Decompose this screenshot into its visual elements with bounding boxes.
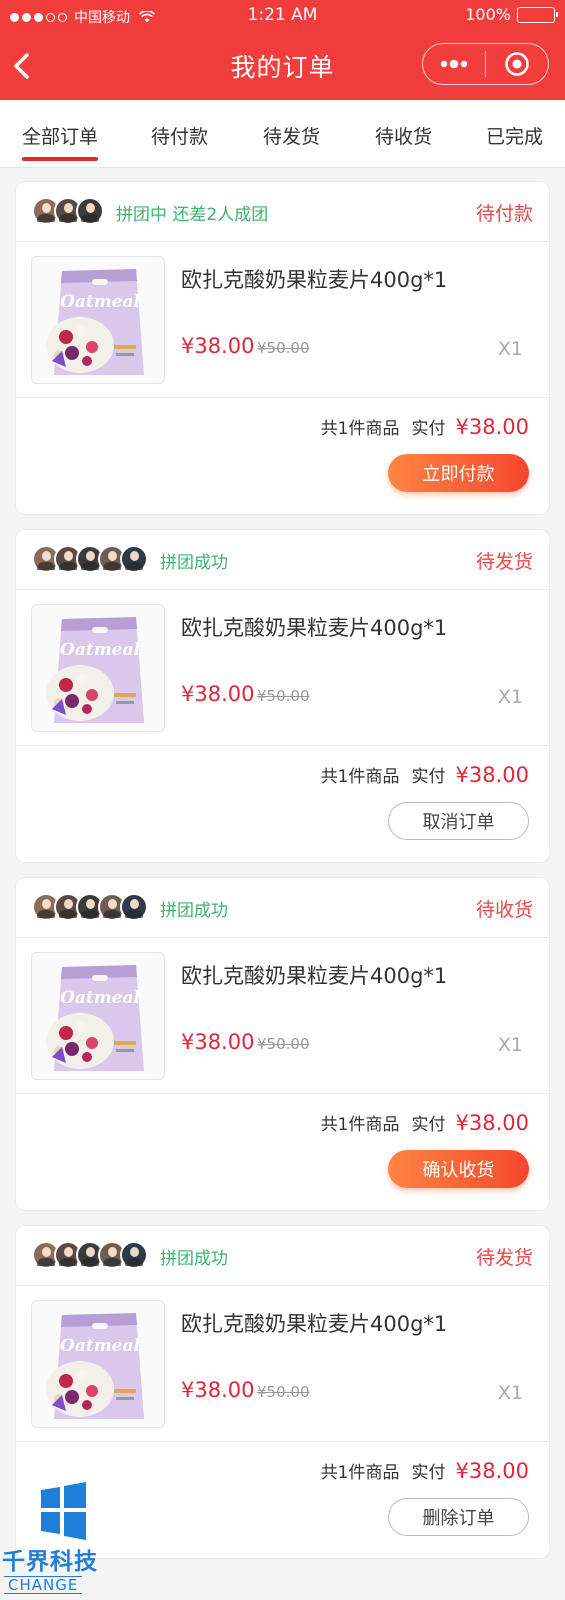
paid-label: 实付 xyxy=(411,1115,446,1135)
product-name: 欧扎克酸奶果粒麦片400g*1 xyxy=(181,1312,448,1336)
order-action-button[interactable]: 取消订单 xyxy=(388,802,529,840)
original-price: ¥50.00 xyxy=(257,339,310,357)
group-status: 拼团成功 xyxy=(160,1249,228,1269)
product-image: Oatmeal xyxy=(31,256,165,384)
group-avatars xyxy=(32,893,148,921)
group-avatars xyxy=(32,545,148,573)
order-product[interactable]: Oatmeal 欧扎克酸奶果粒麦片400g*1 ¥38.00 ¥50.00 X1 xyxy=(16,938,549,1094)
order-total: ¥38.00 xyxy=(455,763,529,787)
windows-logo-icon xyxy=(41,1482,86,1540)
paid-label: 实付 xyxy=(411,767,446,787)
product-quantity: X1 xyxy=(497,1034,523,1056)
product-image-label: Oatmeal xyxy=(60,1336,140,1356)
product-name: 欧扎克酸奶果粒麦片400g*1 xyxy=(181,964,448,988)
order-card-header: 拼团成功 待发货 xyxy=(16,1226,549,1286)
product-name: 欧扎克酸奶果粒麦片400g*1 xyxy=(181,616,448,640)
item-count: 共1件商品 xyxy=(320,1115,400,1135)
tab-all-orders[interactable]: 全部订单 xyxy=(22,122,99,161)
top-bar: 中国移动 1:21 AM 100% 我的订单 xyxy=(0,0,565,100)
order-tabs: 全部订单 待付款 待发货 待收货 已完成 xyxy=(0,100,565,168)
order-total: ¥38.00 xyxy=(455,415,529,439)
product-quantity: X1 xyxy=(497,1382,523,1404)
order-summary: 共1件商品 实付 ¥38.00 xyxy=(321,414,529,439)
more-dots-icon[interactable] xyxy=(423,44,485,84)
order-status: 待付款 xyxy=(475,203,533,225)
order-card[interactable]: 拼团成功 待收货 Oatmeal 欧扎克酸奶果粒麦片400g*1 ¥38.00 … xyxy=(15,877,550,1211)
original-price: ¥50.00 xyxy=(257,1035,310,1053)
order-card-footer: 共1件商品 实付 ¥38.00 取消订单 xyxy=(16,746,549,864)
item-count: 共1件商品 xyxy=(320,419,400,439)
paid-label: 实付 xyxy=(411,1463,446,1483)
order-card[interactable]: 拼团中 还差2人成团 待付款 Oatmeal 欧扎克酸奶果粒麦片400g*1 ¥… xyxy=(15,181,550,515)
order-action-button[interactable]: 立即付款 xyxy=(388,454,529,492)
product-price: ¥38.00 xyxy=(181,334,255,358)
battery-percent: 100% xyxy=(465,5,511,24)
product-quantity: X1 xyxy=(497,686,523,708)
order-card-header: 拼团成功 待发货 xyxy=(16,530,549,590)
item-count: 共1件商品 xyxy=(320,1463,400,1483)
order-summary: 共1件商品 实付 ¥38.00 xyxy=(321,1110,529,1135)
order-card-footer: 共1件商品 实付 ¥38.00 确认收货 xyxy=(16,1094,549,1212)
order-card-header: 拼团成功 待收货 xyxy=(16,878,549,938)
order-status: 待发货 xyxy=(475,551,533,573)
target-close-icon[interactable] xyxy=(486,44,548,84)
paid-label: 实付 xyxy=(411,419,446,439)
order-status: 待发货 xyxy=(475,1247,533,1269)
product-image-label: Oatmeal xyxy=(60,988,140,1008)
avatar xyxy=(120,545,148,573)
order-summary: 共1件商品 实付 ¥38.00 xyxy=(321,1458,529,1483)
order-total: ¥38.00 xyxy=(455,1111,529,1135)
item-count: 共1件商品 xyxy=(320,767,400,787)
group-status: 拼团成功 xyxy=(160,553,228,573)
tab-pending-receipt[interactable]: 待收货 xyxy=(375,122,432,149)
order-card[interactable]: 拼团成功 待发货 Oatmeal 欧扎克酸奶果粒麦片400g*1 ¥38.00 … xyxy=(15,529,550,863)
order-action-button[interactable]: 删除订单 xyxy=(388,1498,529,1536)
group-status: 拼团成功 xyxy=(160,901,228,921)
nav-bar: 我的订单 xyxy=(0,38,565,94)
original-price: ¥50.00 xyxy=(257,687,310,705)
product-price: ¥38.00 xyxy=(181,1378,255,1402)
avatar xyxy=(120,1241,148,1269)
tab-pending-payment[interactable]: 待付款 xyxy=(151,122,208,149)
battery-status: 100% xyxy=(465,5,558,24)
product-image-label: Oatmeal xyxy=(60,640,140,660)
tab-pending-shipment[interactable]: 待发货 xyxy=(263,122,320,149)
brand-subtitle: CHANGE xyxy=(4,1576,83,1594)
product-image: Oatmeal xyxy=(31,1300,165,1428)
group-status: 拼团中 还差2人成团 xyxy=(116,205,269,225)
battery-icon xyxy=(517,6,558,23)
product-image-label: Oatmeal xyxy=(60,292,140,312)
order-card-header: 拼团中 还差2人成团 待付款 xyxy=(16,182,549,242)
order-action-button[interactable]: 确认收货 xyxy=(388,1150,529,1188)
product-price: ¥38.00 xyxy=(181,1030,255,1054)
order-total: ¥38.00 xyxy=(455,1459,529,1483)
product-price: ¥38.00 xyxy=(181,682,255,706)
product-quantity: X1 xyxy=(497,338,523,360)
order-summary: 共1件商品 实付 ¥38.00 xyxy=(321,762,529,787)
avatar xyxy=(120,893,148,921)
group-avatars xyxy=(32,1241,148,1269)
miniprogram-capsule xyxy=(422,43,549,85)
order-product[interactable]: Oatmeal 欧扎克酸奶果粒麦片400g*1 ¥38.00 ¥50.00 X1 xyxy=(16,242,549,398)
order-product[interactable]: Oatmeal 欧扎克酸奶果粒麦片400g*1 ¥38.00 ¥50.00 X1 xyxy=(16,1286,549,1442)
original-price: ¥50.00 xyxy=(257,1383,310,1401)
brand-name: 千界科技 xyxy=(2,1549,98,1575)
product-name: 欧扎克酸奶果粒麦片400g*1 xyxy=(181,268,448,292)
group-avatars xyxy=(32,197,104,225)
product-image: Oatmeal xyxy=(31,952,165,1080)
order-status: 待收货 xyxy=(475,899,533,921)
brand-watermark: 千界科技 CHANGE xyxy=(0,1482,125,1600)
order-product[interactable]: Oatmeal 欧扎克酸奶果粒麦片400g*1 ¥38.00 ¥50.00 X1 xyxy=(16,590,549,746)
avatar xyxy=(76,197,104,225)
product-image: Oatmeal xyxy=(31,604,165,732)
status-bar: 中国移动 1:21 AM 100% xyxy=(0,0,565,30)
order-card-footer: 共1件商品 实付 ¥38.00 立即付款 xyxy=(16,398,549,516)
tab-completed[interactable]: 已完成 xyxy=(486,122,543,149)
